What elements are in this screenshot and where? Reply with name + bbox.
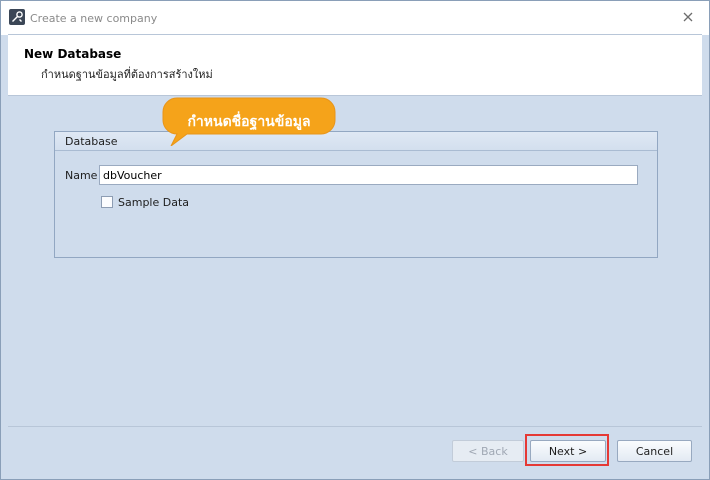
name-label: Name — [65, 169, 98, 182]
database-group-header: Database — [55, 132, 657, 151]
callout-text: กำหนดชื่อฐานข้อมูล — [187, 114, 311, 130]
sample-data-checkbox[interactable] — [101, 196, 113, 208]
wizard-header: New Database กำหนดฐานข้อมูลที่ต้องการสร้… — [8, 34, 702, 96]
footer-divider — [8, 426, 702, 427]
database-group-title: Database — [65, 135, 118, 148]
next-button[interactable]: Next > — [530, 440, 606, 462]
sample-data-checkbox-row[interactable]: Sample Data — [101, 195, 189, 209]
tools-icon — [9, 9, 25, 25]
cancel-button[interactable]: Cancel — [617, 440, 692, 462]
database-groupbox: Database Name Sample Data — [54, 131, 658, 258]
title-bar: Create a new company — [1, 1, 709, 35]
page-title: New Database — [24, 47, 122, 61]
database-name-input[interactable] — [99, 165, 638, 185]
window-title: Create a new company — [30, 12, 158, 25]
wizard-content: Database Name Sample Data — [8, 96, 702, 426]
back-button[interactable]: < Back — [452, 440, 524, 462]
close-icon[interactable] — [681, 10, 695, 24]
sample-data-label: Sample Data — [118, 195, 190, 209]
page-subtitle: กำหนดฐานข้อมูลที่ต้องการสร้างใหม่ — [41, 68, 213, 81]
dialog-window: Create a new company New Database กำหนดฐ… — [0, 0, 710, 480]
